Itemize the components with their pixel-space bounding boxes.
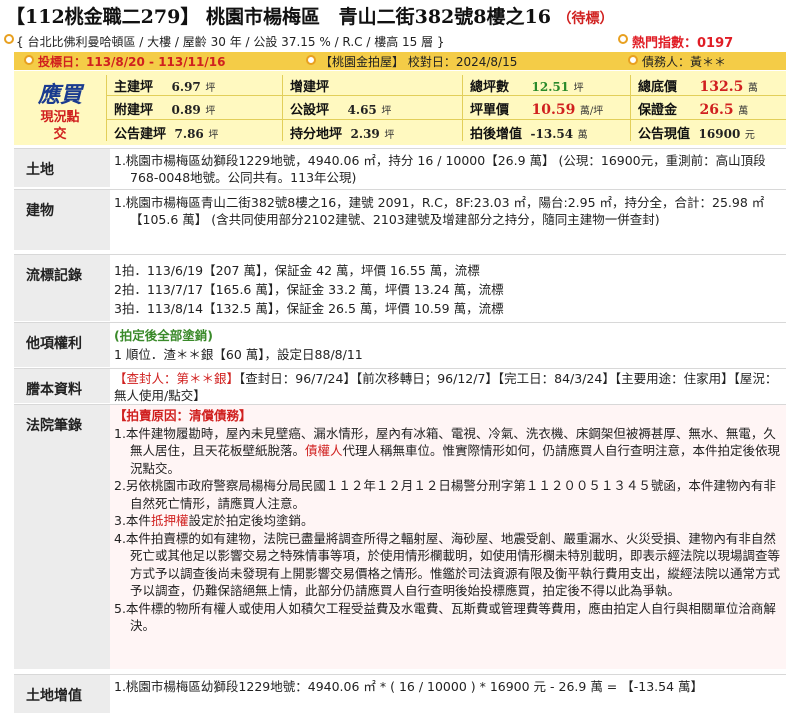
court-note-5: 5.本件標的物所有權人或使用人如積欠工程受益費及水電費、瓦斯費或管理費等費用，應… xyxy=(114,600,776,634)
status-badge: （待標） xyxy=(557,11,614,27)
case-address: 青山二街382號8樓之16 xyxy=(338,6,551,28)
property-info-row: { 台北比佛利曼哈頓區 / 大樓 / 屋齡 30 年 / 公設 37.15 % … xyxy=(0,31,800,51)
property-attributes: { 台北比佛利曼哈頓區 / 大樓 / 屋齡 30 年 / 公設 37.15 % … xyxy=(16,35,445,49)
section-appreciation: 土地增值 1.桃園市楊梅區幼獅段1229地號：4940.06 ㎡ * ( 16 … xyxy=(14,674,786,713)
unit-price: 坪單價 10.59 萬/坪 xyxy=(470,102,604,118)
section-label: 建物 xyxy=(26,203,54,219)
appreciation-text: 1.桃園市楊梅區幼獅段1229地號：4940.06 ㎡ * ( 16 / 100… xyxy=(114,679,704,694)
land-text: 1.桃園市楊梅區幼獅段1229地號，4940.06 ㎡，持分 16 / 1000… xyxy=(114,153,766,185)
section-building: 建物 1.桃園市楊梅區青山二街382號8樓之16，建號 2091，R.C，8F:… xyxy=(14,189,786,250)
main-ping: 主建坪 6.97 坪 xyxy=(114,80,216,95)
section-label: 謄本資料 xyxy=(26,382,82,398)
section-registry: 謄本資料 【查封人：第＊＊銀】【查封日：96/7/24】【前次移轉日；96/12… xyxy=(14,368,786,403)
section-label: 他項權利 xyxy=(26,336,82,352)
court-note-3-mortgage: 抵押權 xyxy=(150,513,189,528)
land-ping: 持分地坪 2.39 坪 xyxy=(290,127,395,142)
delivery-type-line2: 交 xyxy=(53,127,67,142)
debtor: 債務人：黃＊＊ xyxy=(642,55,727,69)
rights-note: (拍定後全部塗銷) xyxy=(114,328,213,343)
section-label: 土地增值 xyxy=(26,688,82,704)
page-title: 【112桃金職二279】 桃園市楊梅區 青山二街382號8樓之16 （待標） xyxy=(6,2,796,30)
section-label: 流標記錄 xyxy=(26,268,82,284)
present-value: 公告現值 16900 元 xyxy=(638,127,755,142)
auction-reason: 【拍賣原因：清償債務】 xyxy=(114,408,252,423)
court-note-3-rest: 設定於拍定後均塗銷。 xyxy=(188,513,314,528)
auction-info-bar: 投標日：113/8/20 - 113/11/16 【桃園金拍屋】 校對日：202… xyxy=(14,52,786,70)
common-ping: 公告建坪 7.86 坪 xyxy=(114,127,219,142)
court-note-1-creditor: 債權人 xyxy=(305,443,343,458)
section-land: 土地 1.桃園市楊梅區幼獅段1229地號，4940.06 ㎡，持分 16 / 1… xyxy=(14,148,786,187)
aux-ping: 附建坪 0.89 坪 xyxy=(114,103,216,118)
section-history: 流標記錄 1拍．113/6/19【207 萬】，保証金 42 萬，坪價 16.5… xyxy=(14,254,786,321)
case-district: 桃園市楊梅區 xyxy=(205,6,320,28)
source-and-check-date: 【桃園金拍屋】 校對日：2024/8/15 xyxy=(320,55,518,69)
summary-panel: 應買 現況點 交 主建坪 6.97 坪 附建坪 0.89 坪 公告建坪 7.86… xyxy=(14,71,786,145)
add-ping: 增建坪 xyxy=(290,80,330,95)
bullet-icon xyxy=(24,55,34,65)
base-price: 總底價 132.5 萬 xyxy=(638,79,758,95)
history-line: 1拍．113/6/19【207 萬】，保証金 42 萬，坪價 16.55 萬，流… xyxy=(114,263,480,278)
history-line: 2拍．113/7/17【165.6 萬】，保証金 33.2 萬，坪價 13.24… xyxy=(114,282,504,297)
section-court: 法院筆錄 【拍賣原因：清償債務】 1.本件建物履勘時，屋內未見壁癌、漏水情形，屋… xyxy=(14,404,786,669)
delivery-type-line1: 現況點 xyxy=(40,110,80,125)
bullet-icon xyxy=(618,34,628,44)
rights-line: 1 順位．渣＊＊銀【60 萬】，設定日88/8/11 xyxy=(114,347,363,362)
total-ping: 總坪數 12.51 坪 xyxy=(470,80,584,95)
section-rights: 他項權利 (拍定後全部塗銷) 1 順位．渣＊＊銀【60 萬】，設定日88/8/1… xyxy=(14,322,786,367)
court-note-2: 2.另依桃園市政府警察局楊梅分局民國１１２年１２月１２日楊警分刑字第１１２００５… xyxy=(114,478,776,511)
seize-holder: 【查封人：第＊＊銀】 xyxy=(114,371,240,386)
purchase-type: 應買 現況點 交 xyxy=(18,77,102,143)
building-text: 1.桃園市楊梅區青山二街382號8樓之16，建號 2091，R.C，8F:23.… xyxy=(114,195,765,227)
post-auction-appreciation: 拍後增值 -13.54 萬 xyxy=(470,127,588,142)
deposit: 保證金 26.5 萬 xyxy=(638,102,749,118)
case-code: 【112桃金職二279】 xyxy=(6,6,200,28)
section-label: 土地 xyxy=(26,162,54,178)
hot-index: 熱門指數：0197 xyxy=(632,36,734,51)
bullet-icon xyxy=(628,55,638,65)
bid-dates: 投標日：113/8/20 - 113/11/16 xyxy=(38,55,226,69)
section-label: 法院筆錄 xyxy=(26,418,82,434)
history-line: 3拍．113/8/14【132.5 萬】，保証金 26.5 萬，坪價 10.59… xyxy=(114,301,504,316)
purchase-type-label: 應買 xyxy=(37,82,82,108)
bullet-icon xyxy=(4,34,14,44)
bullet-icon xyxy=(306,55,316,65)
share-ping: 公設坪 4.65 坪 xyxy=(290,103,392,118)
court-note-4: 4.本件拍賣標的如有建物，法院已盡量將調查所得之輻射屋、海砂屋、地震受創、嚴重漏… xyxy=(114,530,781,599)
court-note-3: 3.本件 xyxy=(114,513,151,528)
